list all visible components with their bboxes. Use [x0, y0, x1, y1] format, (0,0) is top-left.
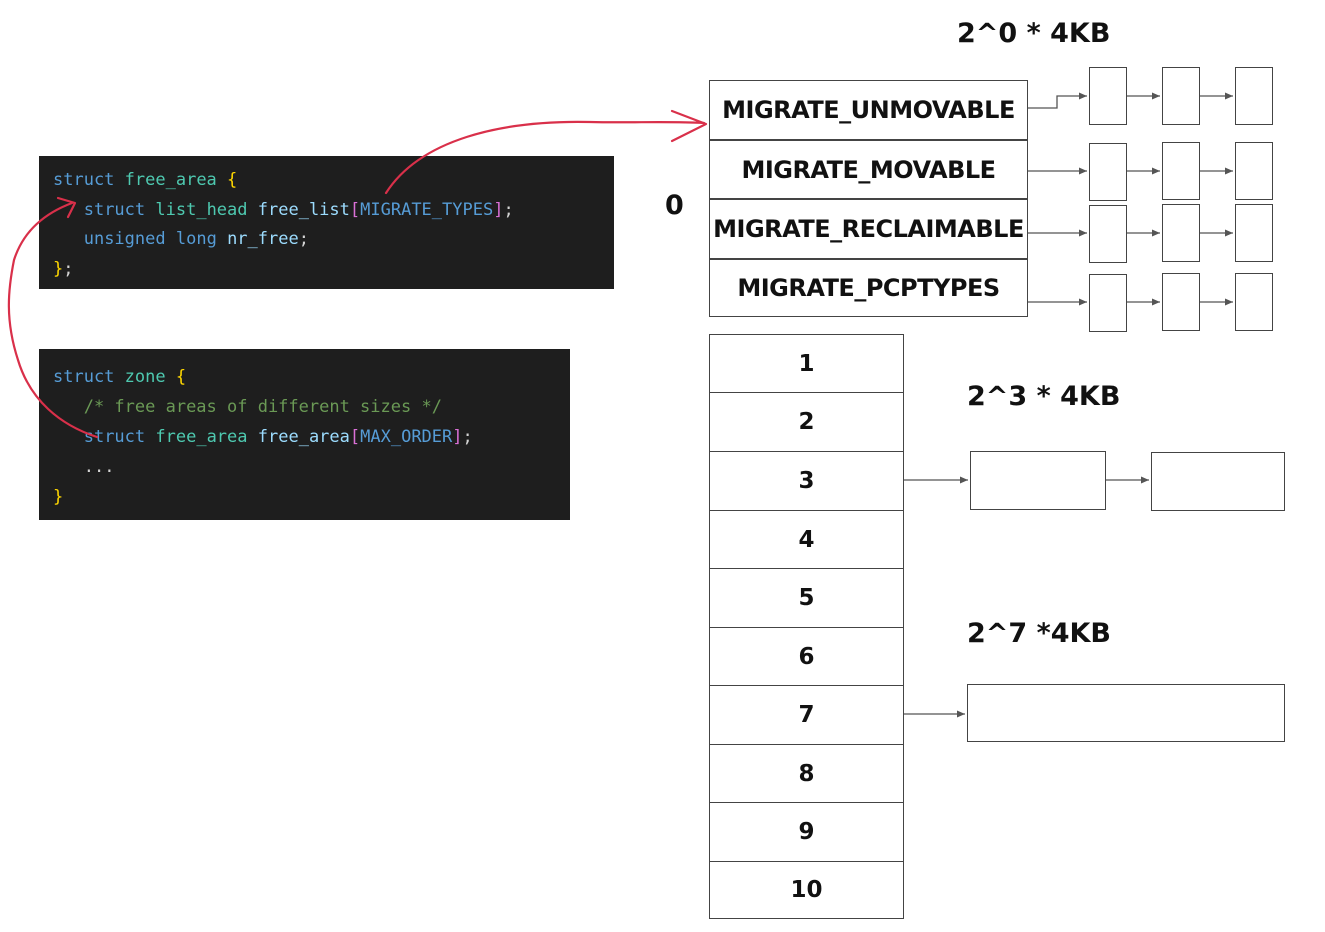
annotation-arrow-free-list-to-migrate: [384, 120, 706, 195]
annotation-arrows: [7, 109, 708, 439]
annotation-arrowhead: [670, 109, 708, 143]
annotation-arrow-zone-to-free-area: [7, 201, 99, 439]
